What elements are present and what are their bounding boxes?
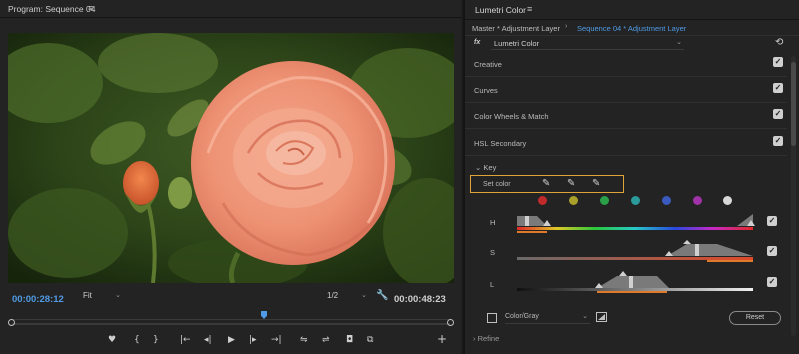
hue-label: H bbox=[490, 218, 496, 227]
duration-timecode: 00:00:48:23 bbox=[394, 294, 446, 305]
luminance-label: L bbox=[490, 280, 495, 289]
mini-timeline[interactable] bbox=[8, 311, 454, 329]
set-color-row: Set color ✎ ✎ ✎ bbox=[470, 175, 624, 193]
swatch-blue[interactable] bbox=[662, 196, 671, 205]
hue-enable-checkbox[interactable]: ✓ bbox=[767, 216, 777, 226]
zoom-fit-value: Fit bbox=[83, 291, 92, 300]
panel-menu-icon[interactable]: ≡ bbox=[88, 3, 93, 13]
saturation-enable-checkbox[interactable]: ✓ bbox=[767, 246, 777, 256]
eyedropper-icon[interactable]: ✎ bbox=[542, 178, 550, 189]
mark-in-button[interactable]: { bbox=[134, 335, 140, 345]
section-curves[interactable]: Curves ✓ bbox=[465, 77, 787, 103]
export-frame-button[interactable]: ◘ bbox=[346, 335, 353, 345]
playhead[interactable] bbox=[261, 311, 267, 319]
show-mask-checkbox[interactable] bbox=[487, 313, 497, 323]
reset-button[interactable]: Reset bbox=[729, 311, 781, 325]
section-color-wheels[interactable]: Color Wheels & Match ✓ bbox=[465, 103, 787, 129]
effect-select[interactable]: Lumetri Color ⌄ bbox=[491, 38, 684, 50]
set-color-label: Set color bbox=[483, 181, 511, 188]
hue-range-slider[interactable] bbox=[517, 212, 757, 236]
lumetri-title[interactable]: Lumetri Color bbox=[475, 5, 526, 15]
swatch-yellow[interactable] bbox=[569, 196, 578, 205]
scrollbar[interactable] bbox=[791, 56, 796, 336]
lumetri-color-panel: Lumetri Color ≡ Master * Adjustment Laye… bbox=[463, 0, 799, 354]
mask-mode-value: Color/Gray bbox=[505, 313, 539, 320]
effect-select-value: Lumetri Color bbox=[494, 39, 540, 48]
video-viewer[interactable] bbox=[8, 33, 454, 283]
go-to-out-button[interactable]: →| bbox=[271, 335, 282, 345]
panel-menu-icon[interactable]: ≡ bbox=[527, 4, 532, 14]
eyedropper-add-icon[interactable]: ✎ bbox=[567, 178, 575, 189]
program-monitor-header: Program: Sequence 04 ≡ bbox=[0, 0, 461, 18]
eyedropper-subtract-icon[interactable]: ✎ bbox=[592, 178, 600, 189]
section-label: Curves bbox=[474, 86, 498, 95]
scrollbar-thumb[interactable] bbox=[791, 62, 796, 146]
section-creative[interactable]: Creative ✓ bbox=[465, 51, 787, 77]
section-enable-checkbox[interactable]: ✓ bbox=[773, 109, 783, 119]
refine-subsection[interactable]: › Refine bbox=[473, 334, 499, 343]
chevron-down-icon: ⌄ bbox=[361, 292, 367, 299]
section-label: Color Wheels & Match bbox=[474, 112, 549, 121]
time-ruler bbox=[12, 319, 450, 320]
chevron-down-icon: ⌄ bbox=[475, 163, 482, 172]
tab-master-clip[interactable]: Master * Adjustment Layer bbox=[472, 24, 560, 33]
swatch-cyan[interactable] bbox=[631, 196, 640, 205]
hsl-mask-controls: Color/Gray ⌄ Reset bbox=[465, 310, 799, 328]
swatch-red[interactable] bbox=[538, 196, 547, 205]
zoom-fit-select[interactable]: Fit ⌄ bbox=[83, 291, 123, 304]
chevron-down-icon: ⌄ bbox=[115, 292, 121, 299]
invert-mask-icon[interactable] bbox=[596, 312, 607, 322]
wrench-icon[interactable]: 🔧 bbox=[376, 290, 388, 301]
chevron-down-icon[interactable]: › bbox=[565, 23, 567, 30]
program-monitor-title[interactable]: Program: Sequence 04 bbox=[8, 4, 95, 14]
section-hsl-secondary[interactable]: HSL Secondary ✓ bbox=[465, 130, 787, 156]
rose-frame-image bbox=[8, 33, 454, 283]
step-forward-button[interactable]: |▸ bbox=[249, 335, 257, 345]
transport-controls: ♥ { } |← ◂| ▶ |▸ →| ⇋ ⇌ ◘ ⧉ + bbox=[0, 331, 461, 351]
luminance-range-slider[interactable] bbox=[517, 270, 757, 294]
key-subsection[interactable]: ⌄ Key bbox=[475, 163, 496, 172]
saturation-label: S bbox=[490, 248, 496, 257]
swatch-green[interactable] bbox=[600, 196, 609, 205]
mark-out-button[interactable]: } bbox=[153, 335, 159, 345]
swatch-magenta[interactable] bbox=[693, 196, 702, 205]
reset-effect-icon[interactable]: ⟲ bbox=[775, 37, 783, 48]
lift-button[interactable]: ⇋ bbox=[300, 335, 308, 345]
luminance-enable-checkbox[interactable]: ✓ bbox=[767, 277, 777, 287]
mask-mode-select[interactable]: Color/Gray ⌄ bbox=[505, 312, 590, 324]
chevron-right-icon: › bbox=[473, 334, 476, 343]
scrub-track[interactable] bbox=[12, 323, 450, 325]
effect-row: fx Lumetri Color ⌄ ⟲ bbox=[465, 36, 799, 52]
playback-resolution-select[interactable]: 1/2 ⌄ bbox=[327, 291, 369, 304]
chevron-down-icon: ⌄ bbox=[676, 39, 682, 46]
comparison-view-button[interactable]: ⧉ bbox=[367, 335, 373, 345]
zoom-handle-start[interactable] bbox=[8, 319, 15, 326]
play-button[interactable]: ▶ bbox=[228, 335, 235, 345]
clip-tabs: Master * Adjustment Layer › Sequence 04 … bbox=[465, 20, 799, 36]
add-marker-button[interactable]: ♥ bbox=[108, 335, 116, 345]
section-enable-checkbox[interactable]: ✓ bbox=[773, 136, 783, 146]
go-to-in-button[interactable]: |← bbox=[180, 335, 191, 345]
refine-label: Refine bbox=[477, 334, 500, 343]
playback-resolution-value: 1/2 bbox=[327, 291, 339, 300]
swatch-white[interactable] bbox=[723, 196, 732, 205]
section-enable-checkbox[interactable]: ✓ bbox=[773, 83, 783, 93]
section-label: HSL Secondary bbox=[474, 139, 527, 148]
section-label: Creative bbox=[474, 60, 502, 69]
zoom-handle-end[interactable] bbox=[447, 319, 454, 326]
current-timecode[interactable]: 00:00:28:12 bbox=[12, 294, 64, 305]
step-back-button[interactable]: ◂| bbox=[204, 335, 212, 345]
key-label: Key bbox=[483, 163, 497, 172]
saturation-range-slider[interactable] bbox=[517, 240, 757, 264]
tab-sequence-clip[interactable]: Sequence 04 * Adjustment Layer bbox=[577, 24, 686, 33]
section-enable-checkbox[interactable]: ✓ bbox=[773, 57, 783, 67]
extract-button[interactable]: ⇌ bbox=[322, 335, 330, 345]
chevron-down-icon: ⌄ bbox=[582, 313, 588, 320]
fx-badge[interactable]: fx bbox=[474, 39, 480, 46]
button-editor-add[interactable]: + bbox=[437, 332, 447, 346]
program-monitor-panel: Program: Sequence 04 ≡ 00:00:28:12 Fit ⌄… bbox=[0, 0, 461, 354]
lumetri-header: Lumetri Color ≡ bbox=[465, 0, 799, 20]
